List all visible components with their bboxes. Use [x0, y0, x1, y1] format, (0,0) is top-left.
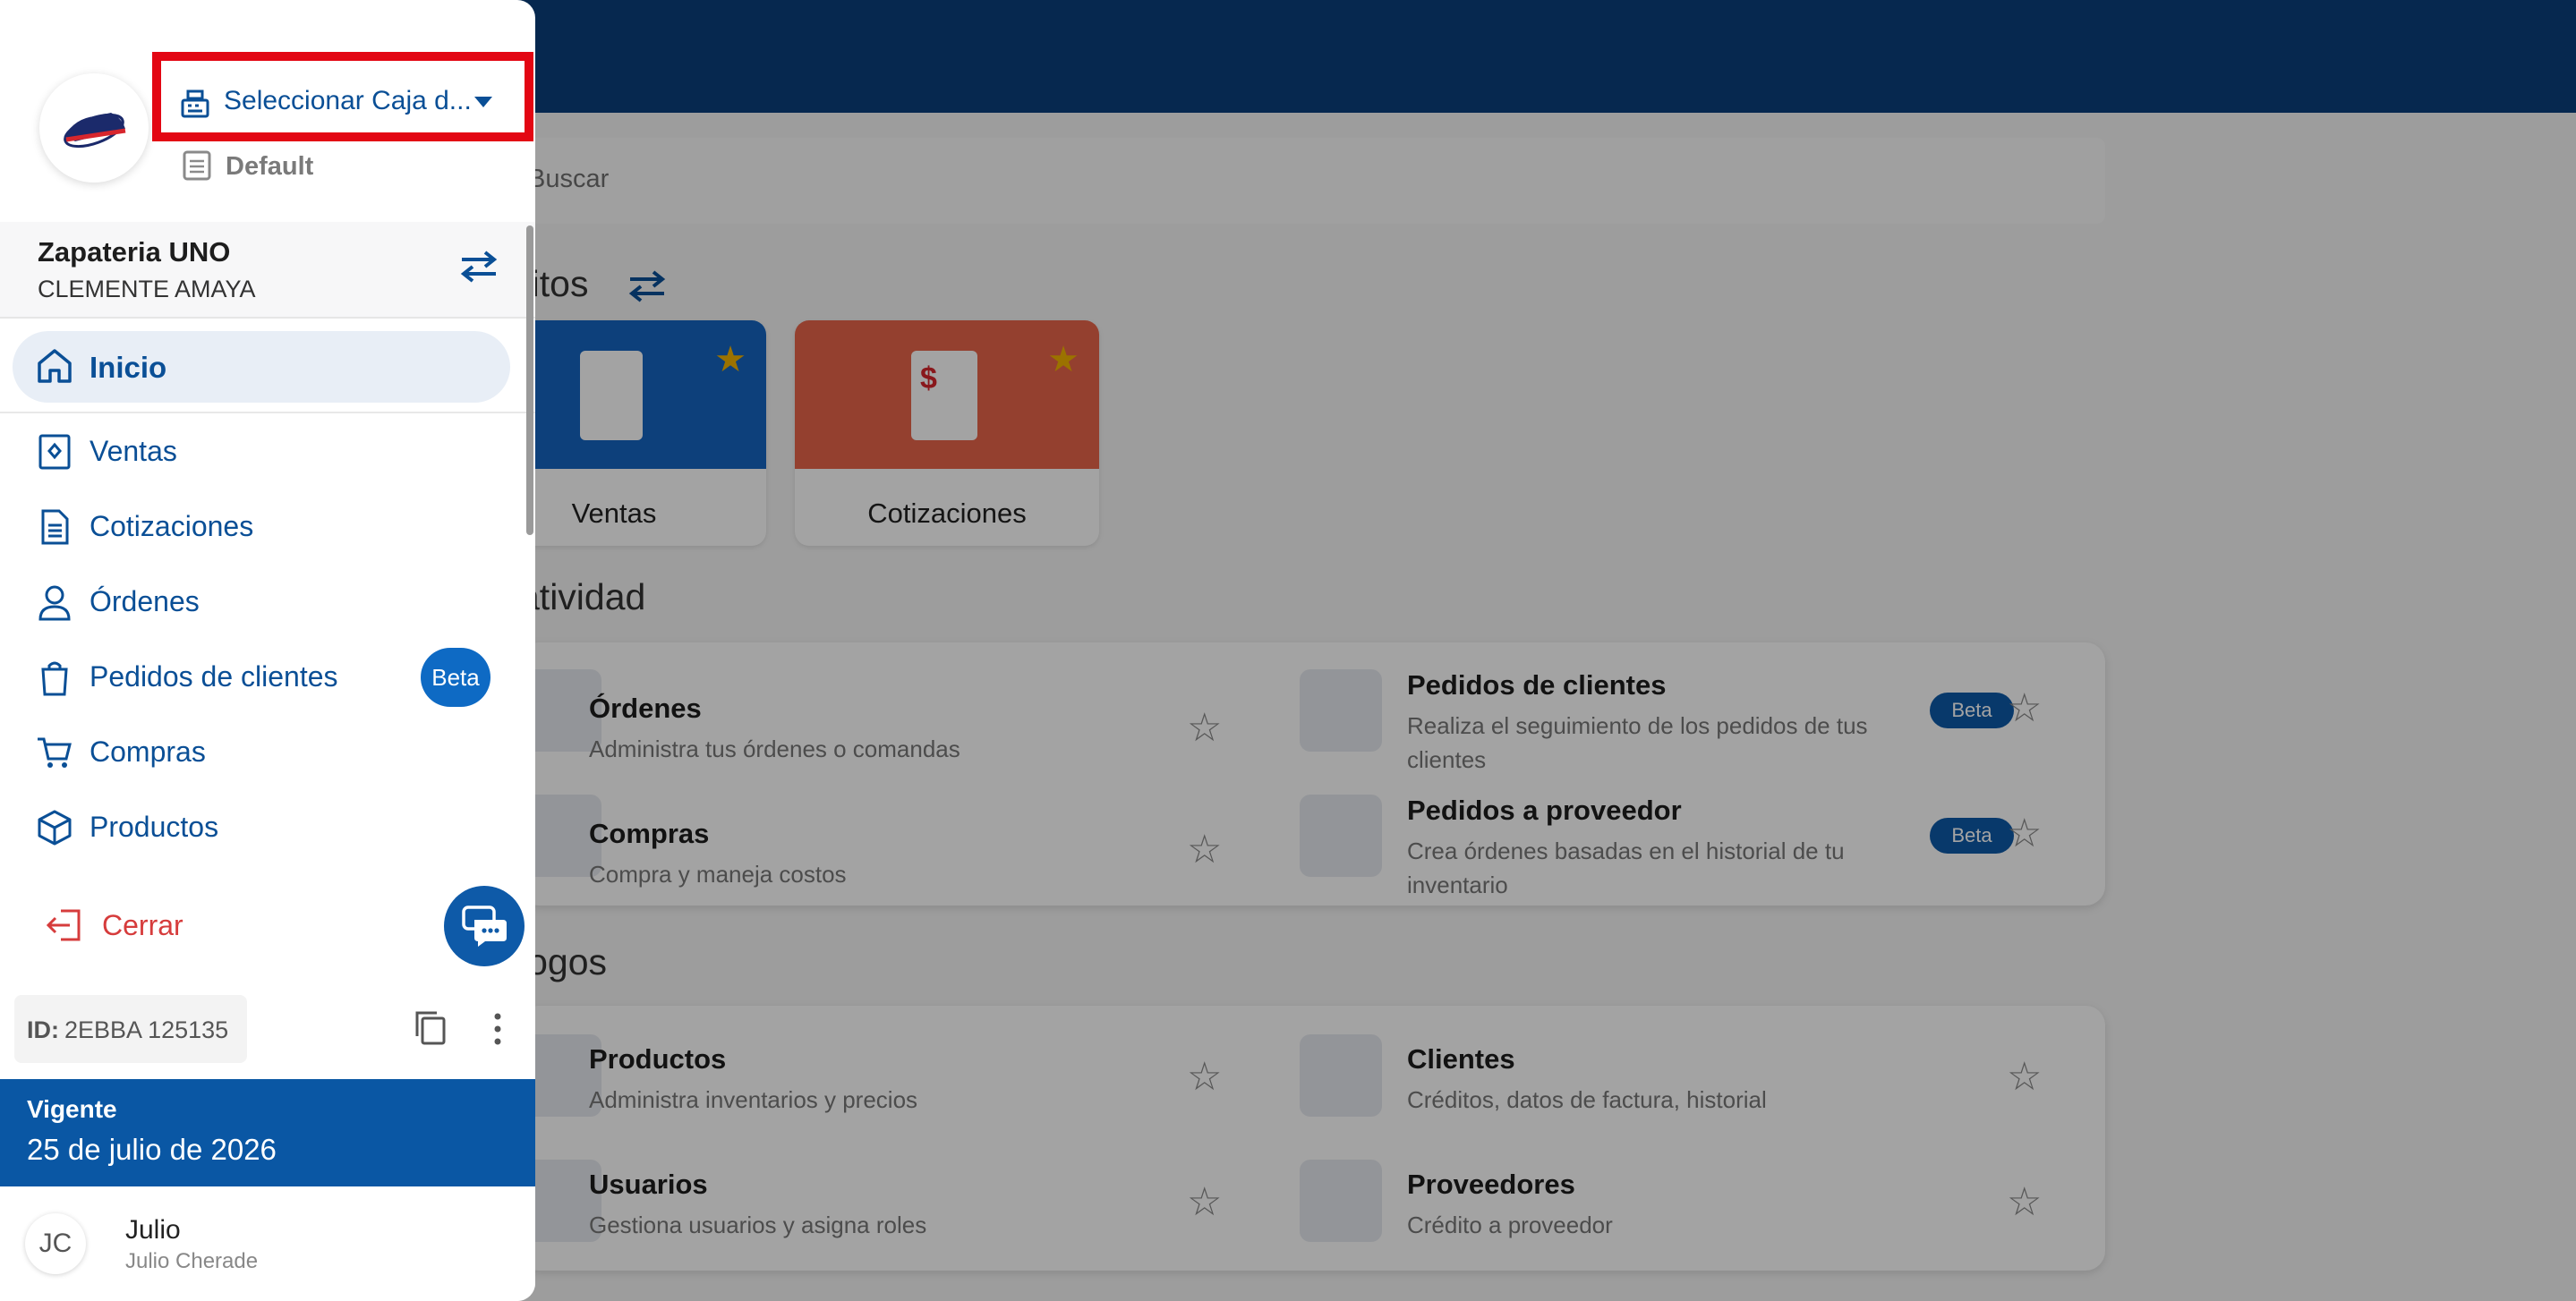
warehouse-label[interactable]: Default — [226, 152, 313, 182]
avatar: JC — [25, 1213, 86, 1274]
navigation-drawer: Seleccionar Caja d... Default Zapateria … — [0, 0, 535, 1301]
document-icon — [41, 509, 69, 545]
nav-item-inicio[interactable]: Inicio — [13, 331, 510, 403]
drawer-scrollbar[interactable] — [526, 225, 533, 535]
logout-icon[interactable] — [45, 907, 84, 943]
warehouse-icon — [183, 150, 211, 181]
subscription-status: Vigente 25 de julio de 2026 — [0, 1079, 535, 1186]
cash-register-icon — [181, 89, 209, 118]
user-name: Julio — [125, 1215, 181, 1245]
waiter-icon — [38, 585, 71, 621]
user-profile[interactable]: JC Julio Julio Cherade — [0, 1186, 535, 1301]
chevron-down-icon[interactable] — [474, 97, 492, 107]
cart-icon — [38, 737, 72, 768]
nav-item-label: Compras — [90, 736, 206, 768]
beta-badge: Beta — [421, 648, 490, 707]
nav-item-label: Órdenes — [90, 585, 200, 617]
nav-item-cotizaciones[interactable]: Cotizaciones — [0, 496, 535, 558]
business-logo — [39, 73, 149, 183]
business-user: CLEMENTE AMAYA — [38, 276, 256, 302]
id-value: 2EBBA 125135 — [64, 1016, 229, 1043]
switch-business-icon[interactable] — [458, 249, 499, 285]
id-label: ID: — [27, 1016, 59, 1043]
home-icon — [38, 349, 72, 383]
box-icon — [38, 810, 72, 846]
nav-item-label: Inicio — [90, 351, 167, 384]
user-fullname: Julio Cherade — [125, 1249, 259, 1273]
nav-item-ordenes[interactable]: Órdenes — [0, 571, 535, 633]
nav-item-label: Pedidos de clientes — [90, 660, 338, 693]
nav-item-compras[interactable]: Compras — [0, 721, 535, 784]
business-header: Zapateria UNO CLEMENTE AMAYA — [0, 222, 535, 319]
status-label: Vigente — [27, 1095, 117, 1123]
chat-icon — [462, 906, 507, 947]
bag-icon — [41, 661, 68, 696]
status-date: 25 de julio de 2026 — [27, 1133, 277, 1166]
nav-item-label: Cotizaciones — [90, 510, 254, 542]
logout-button[interactable]: Cerrar — [102, 909, 183, 942]
cash-register-selector[interactable]: Seleccionar Caja d... — [224, 86, 472, 116]
business-id: ID: 2EBBA 125135 — [14, 995, 247, 1063]
more-vertical-icon[interactable] — [489, 1011, 507, 1047]
chat-button[interactable] — [444, 886, 525, 966]
shoe-logo-icon — [64, 113, 126, 149]
copy-icon[interactable] — [412, 1009, 448, 1047]
receipt-icon — [38, 434, 71, 470]
divider — [0, 412, 535, 413]
nav-item-label: Ventas — [90, 435, 177, 467]
nav-item-label: Productos — [90, 811, 219, 843]
nav-item-productos[interactable]: Productos — [0, 796, 535, 859]
nav-item-ventas[interactable]: Ventas — [0, 421, 535, 483]
business-name: Zapateria UNO — [38, 236, 231, 268]
